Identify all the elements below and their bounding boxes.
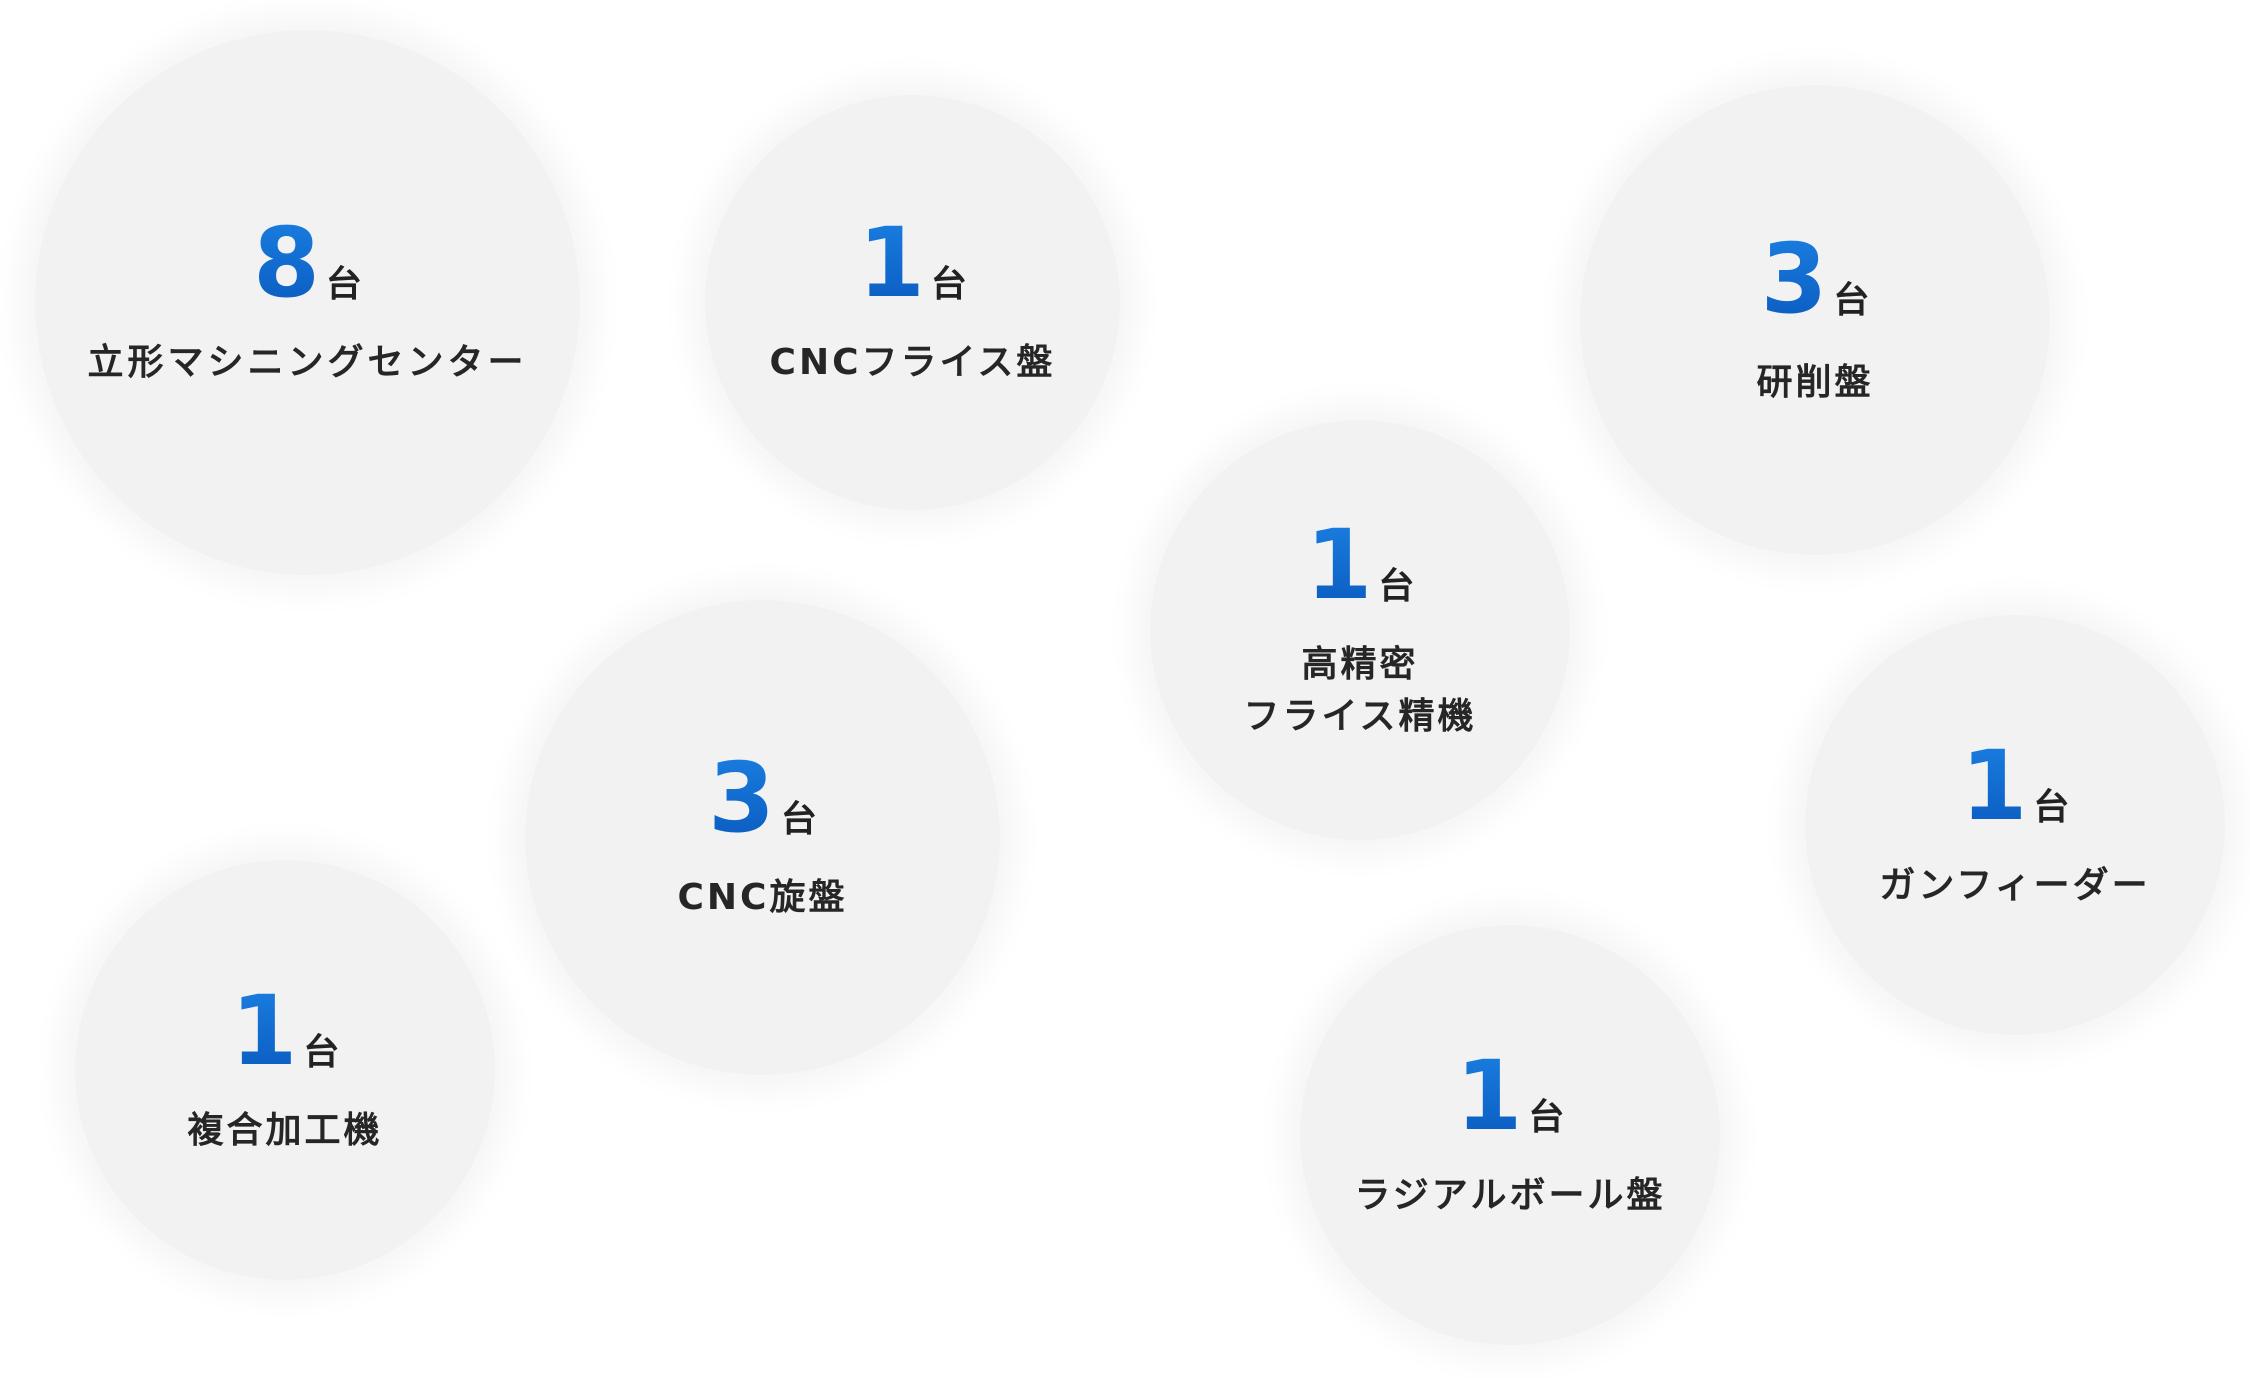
count-row: 8 台 xyxy=(253,215,362,311)
machine-count: 1 xyxy=(858,207,925,320)
count-unit: 台 xyxy=(1378,565,1415,607)
machine-label: 立形マシニングセンター xyxy=(87,342,528,384)
count-unit: 台 xyxy=(1833,279,1870,321)
machine-label-line-2: フライス精機 xyxy=(1243,696,1477,737)
machine-count: 1 xyxy=(1960,729,2028,842)
machine-count: 1 xyxy=(1305,508,1373,621)
machine-label: 高精密 フライス精機 xyxy=(1244,639,1477,743)
count-row: 1 台 xyxy=(1306,517,1415,613)
machine-inventory: 8 台 立形マシニングセンター 1 台 CNCフライス盤 3 台 研削盤 1 台… xyxy=(0,0,2250,1378)
count-unit: 台 xyxy=(303,1031,340,1073)
machine-label: 研削盤 xyxy=(1756,361,1874,403)
machine-count: 3 xyxy=(708,742,775,855)
count-row: 1 台 xyxy=(1961,738,2070,834)
count-unit: 台 xyxy=(1528,1096,1565,1138)
count-unit: 台 xyxy=(930,264,967,306)
count-row: 3 台 xyxy=(1761,231,1870,327)
machine-bubble-gun-feeder: 1 台 ガンフィーダー xyxy=(1805,615,2225,1035)
machine-label: ガンフィーダー xyxy=(1879,864,2151,906)
machine-label: ラジアルボール盤 xyxy=(1354,1174,1666,1216)
machine-count: 3 xyxy=(1760,222,1828,335)
machine-count: 1 xyxy=(230,974,298,1087)
machine-label-line-1: 高精密 xyxy=(1301,643,1419,685)
machine-label: CNCフライス盤 xyxy=(769,342,1056,384)
machine-bubble-cnc-milling: 1 台 CNCフライス盤 xyxy=(705,95,1120,510)
machine-bubble-radial-ball: 1 台 ラジアルボール盤 xyxy=(1300,925,1720,1345)
machine-bubble-multi-tasking: 1 台 複合加工機 xyxy=(75,860,495,1280)
count-row: 1 台 xyxy=(231,983,340,1079)
machine-label: CNC旋盤 xyxy=(677,877,848,919)
count-unit: 台 xyxy=(325,264,362,306)
count-row: 1 台 xyxy=(858,215,967,311)
machine-bubble-grinding: 3 台 研削盤 xyxy=(1580,85,2050,555)
machine-bubble-precision-milling: 1 台 高精密 フライス精機 xyxy=(1150,420,1570,840)
machine-bubble-cnc-lathe: 3 台 CNC旋盤 xyxy=(525,600,1000,1075)
machine-bubble-vmc: 8 台 立形マシニングセンター xyxy=(35,30,580,575)
machine-count: 8 xyxy=(253,207,320,320)
count-unit: 台 xyxy=(2033,786,2070,828)
machine-count: 1 xyxy=(1455,1039,1523,1152)
count-unit: 台 xyxy=(780,799,817,841)
count-row: 1 台 xyxy=(1456,1048,1565,1144)
count-row: 3 台 xyxy=(708,750,817,846)
machine-label: 複合加工機 xyxy=(187,1109,383,1151)
